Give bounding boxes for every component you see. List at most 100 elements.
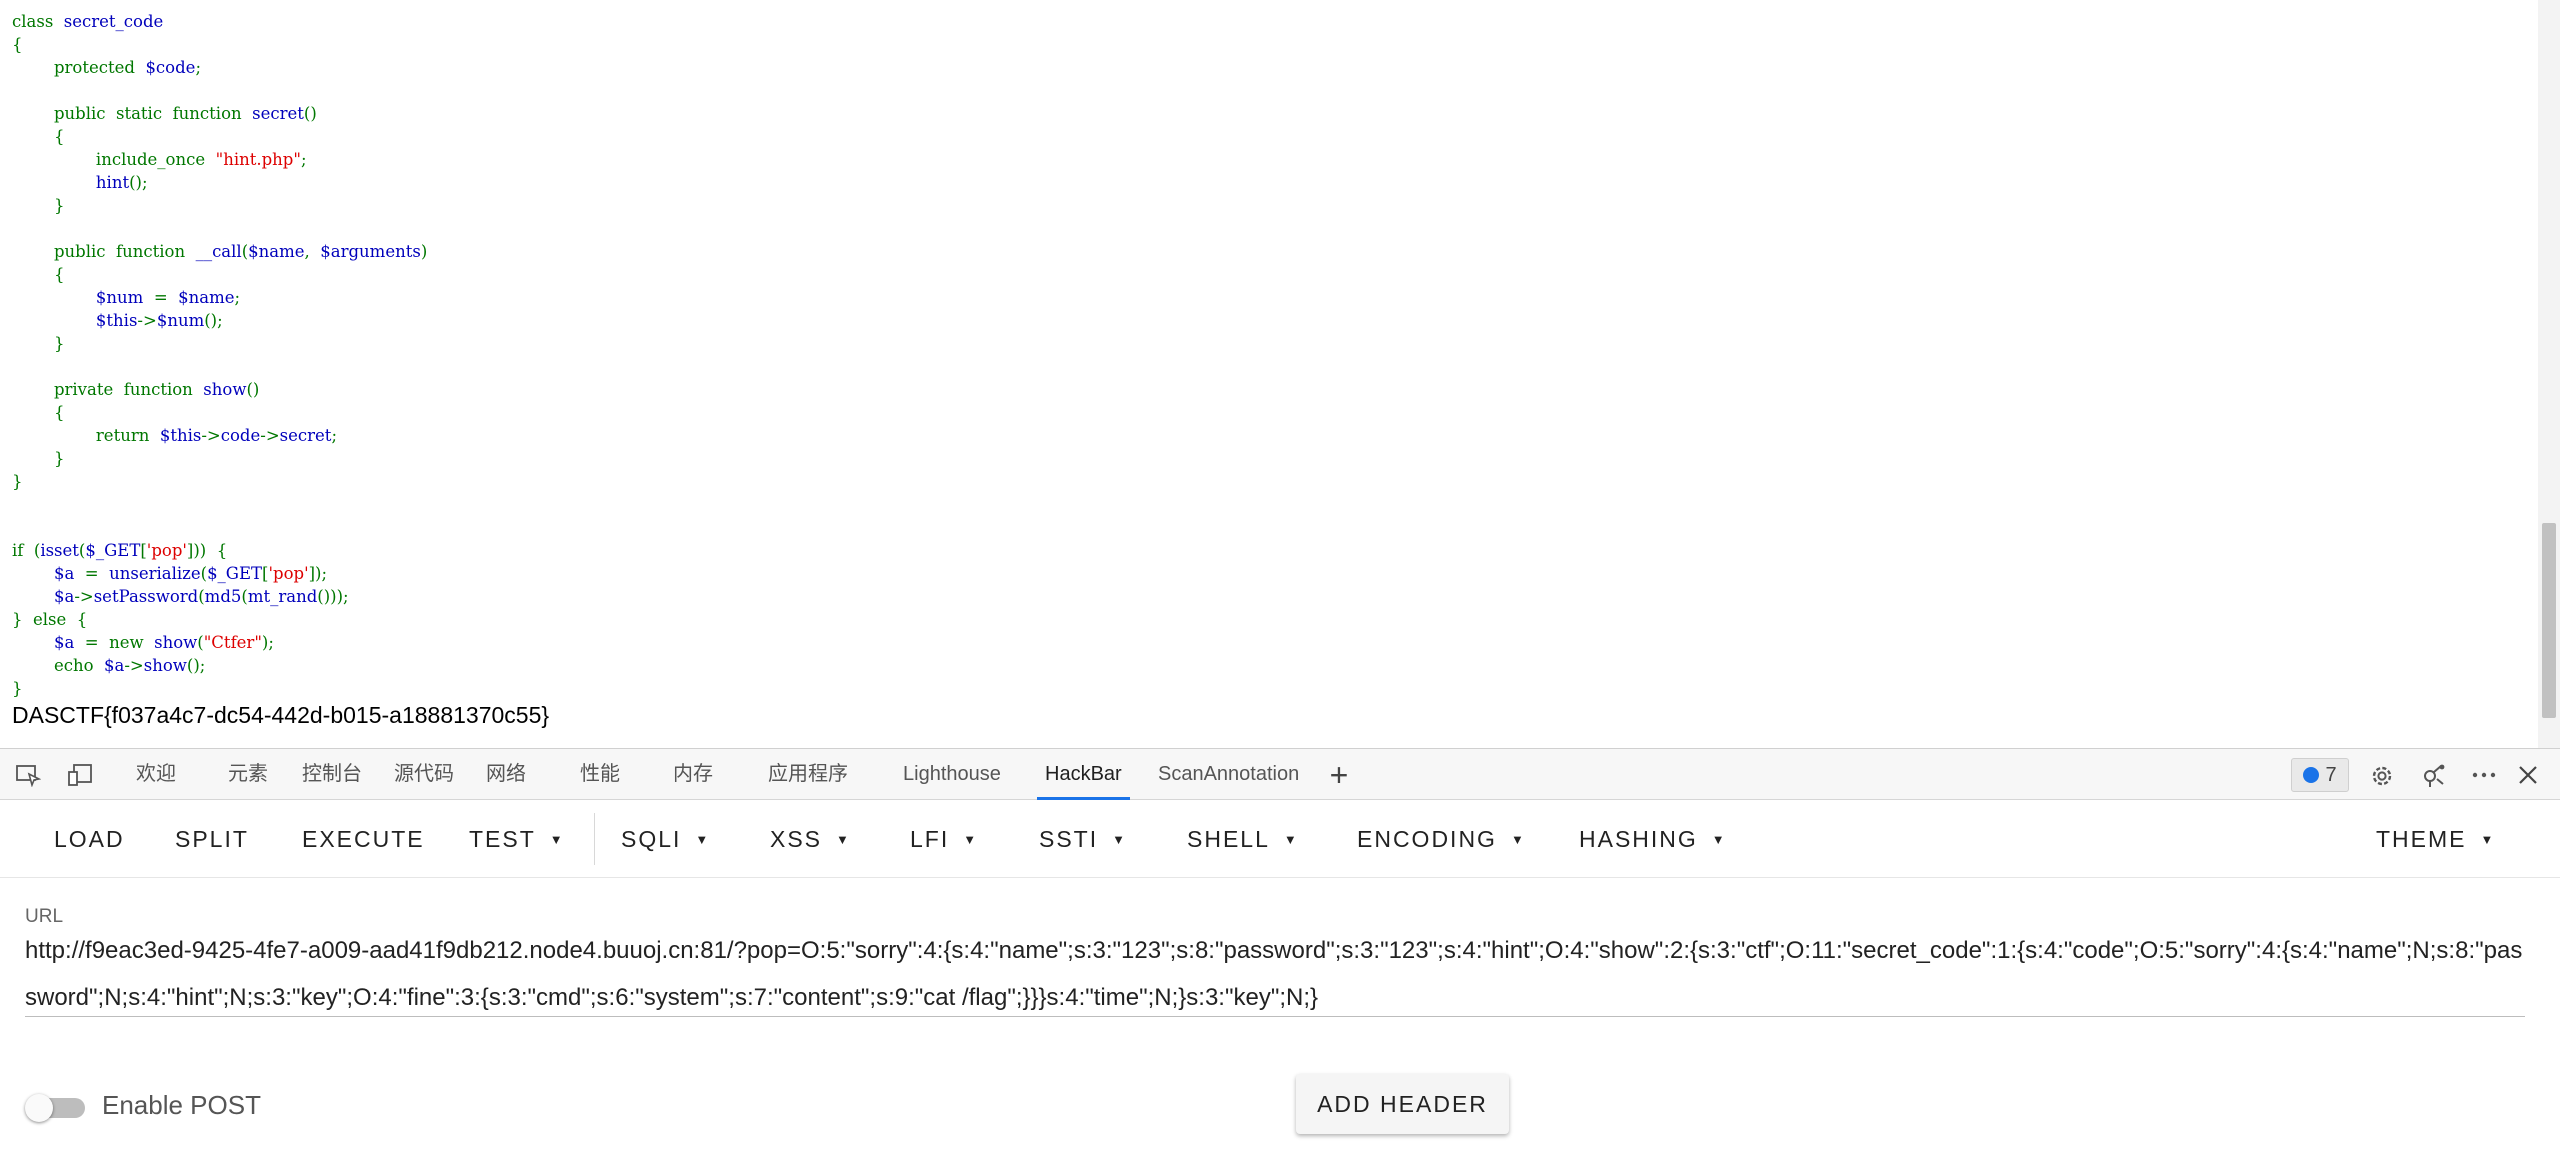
code-token: = xyxy=(74,564,110,583)
add-tab-icon[interactable]: + xyxy=(1325,759,1353,791)
sqli-menu-label: SQLI xyxy=(621,826,682,852)
code-token: } xyxy=(12,334,65,353)
code-token: ; xyxy=(195,58,201,77)
shell-menu-label: SHELL xyxy=(1187,826,1270,852)
tab-console[interactable]: 控制台 xyxy=(294,749,370,800)
code-token: $this xyxy=(95,311,138,330)
code-token: () xyxy=(303,104,317,123)
test-menu-button[interactable]: TEST ▼ xyxy=(469,800,565,878)
code-token: $a xyxy=(104,656,125,675)
lfi-menu-button[interactable]: LFI ▼ xyxy=(910,800,978,878)
ssti-menu-label: SSTI xyxy=(1039,826,1099,852)
execute-button[interactable]: EXECUTE xyxy=(302,800,425,878)
url-input-underline xyxy=(25,1016,2525,1017)
load-button[interactable]: LOAD xyxy=(54,800,125,878)
code-token: code xyxy=(220,426,261,445)
code-line: include_once "hint.php"; xyxy=(12,148,427,171)
tab-lighthouse[interactable]: Lighthouse xyxy=(895,749,1009,800)
code-line: } xyxy=(12,677,427,700)
device-toggle-icon[interactable] xyxy=(66,763,94,787)
code-line: { xyxy=(12,125,427,148)
code-token: { xyxy=(12,35,23,54)
toggle-knob[interactable] xyxy=(25,1094,53,1122)
tab-hackbar[interactable]: HackBar xyxy=(1037,749,1130,800)
code-token: $a xyxy=(53,587,75,606)
code-token: if ( xyxy=(12,541,41,560)
tab-sources[interactable]: 源代码 xyxy=(386,749,462,800)
code-token: ())); xyxy=(317,587,349,606)
code-token: $num xyxy=(95,288,144,307)
code-token: __call xyxy=(195,242,242,261)
issues-badge[interactable]: 7 xyxy=(2291,758,2349,792)
code-token: -> xyxy=(137,311,157,330)
caret-down-icon: ▼ xyxy=(1112,832,1127,847)
split-button[interactable]: SPLIT xyxy=(175,800,249,878)
tab-scanannotation[interactable]: ScanAnnotation xyxy=(1150,749,1307,800)
code-token: echo xyxy=(12,656,105,675)
code-token: (); xyxy=(186,656,206,675)
url-input[interactable]: http://f9eac3ed-9425-4fe7-a009-aad41f9db… xyxy=(25,927,2525,1021)
hashing-menu-button[interactable]: HASHING ▼ xyxy=(1579,800,1727,878)
code-line: public function __call($name, $arguments… xyxy=(12,240,427,263)
code-token: show xyxy=(143,656,187,675)
sqli-menu-button[interactable]: SQLI ▼ xyxy=(621,800,710,878)
close-icon[interactable] xyxy=(2514,763,2542,787)
code-token: "Ctfer" xyxy=(203,633,262,652)
tab-network[interactable]: 网络 xyxy=(478,749,534,800)
gear-icon[interactable] xyxy=(2368,763,2396,787)
tab-memory[interactable]: 内存 xyxy=(665,749,721,800)
code-token: } xyxy=(12,196,65,215)
code-token: ) xyxy=(420,242,428,261)
code-line: public static function secret() xyxy=(12,102,427,125)
code-token: isset xyxy=(40,541,79,560)
code-line: $this->$num(); xyxy=(12,309,427,332)
page-scrollbar[interactable] xyxy=(2538,0,2560,748)
code-token: $a xyxy=(53,633,75,652)
code-token: (); xyxy=(204,311,223,330)
shell-menu-button[interactable]: SHELL ▼ xyxy=(1187,800,1299,878)
tab-performance[interactable]: 性能 xyxy=(572,749,628,800)
code-token: private function xyxy=(12,380,204,399)
inspect-icon[interactable] xyxy=(14,763,42,788)
caret-down-icon: ▼ xyxy=(1283,832,1299,847)
more-icon[interactable] xyxy=(2470,763,2498,787)
code-token: $num xyxy=(156,311,205,330)
page-content: class secret_code { protected $code; publ… xyxy=(0,0,2560,748)
code-token: secret_code xyxy=(53,12,164,31)
code-line: class secret_code xyxy=(12,10,427,33)
code-token: show xyxy=(203,380,247,399)
code-token: setPassword xyxy=(93,587,199,606)
toolbar-divider xyxy=(594,813,595,865)
code-token: 'pop' xyxy=(146,541,187,560)
code-token: secret xyxy=(279,426,332,445)
url-label: URL xyxy=(25,906,64,927)
xss-menu-button[interactable]: XSS ▼ xyxy=(770,800,851,878)
connection-icon[interactable] xyxy=(2420,763,2448,787)
encoding-menu-button[interactable]: ENCODING ▼ xyxy=(1357,800,1526,878)
code-line: $a = unserialize($_GET['pop']); xyxy=(12,562,427,585)
ssti-menu-button[interactable]: SSTI ▼ xyxy=(1039,800,1127,878)
code-line: $a->setPassword(md5(mt_rand())); xyxy=(12,585,427,608)
code-token: $arguments xyxy=(320,242,421,261)
code-token: show xyxy=(154,633,198,652)
code-line: { xyxy=(12,263,427,286)
caret-down-icon: ▼ xyxy=(1711,832,1727,847)
add-header-button[interactable]: ADD HEADER xyxy=(1296,1074,1509,1134)
caret-down-icon: ▼ xyxy=(963,832,979,847)
tab-elements[interactable]: 元素 xyxy=(220,749,276,800)
tab-welcome[interactable]: 欢迎 xyxy=(128,749,184,800)
code-token: $name xyxy=(178,288,235,307)
enable-post-toggle[interactable] xyxy=(25,1094,89,1122)
page-scrollbar-thumb[interactable] xyxy=(2542,523,2556,718)
code-token: protected xyxy=(12,58,146,77)
code-token: return xyxy=(12,426,160,445)
theme-menu-button[interactable]: THEME ▼ xyxy=(2376,800,2495,878)
tab-application[interactable]: 应用程序 xyxy=(760,749,856,800)
code-token: hint xyxy=(95,173,130,192)
code-token: -> xyxy=(124,656,144,675)
code-token: mt_rand xyxy=(247,587,318,606)
lfi-menu-label: LFI xyxy=(910,826,950,852)
